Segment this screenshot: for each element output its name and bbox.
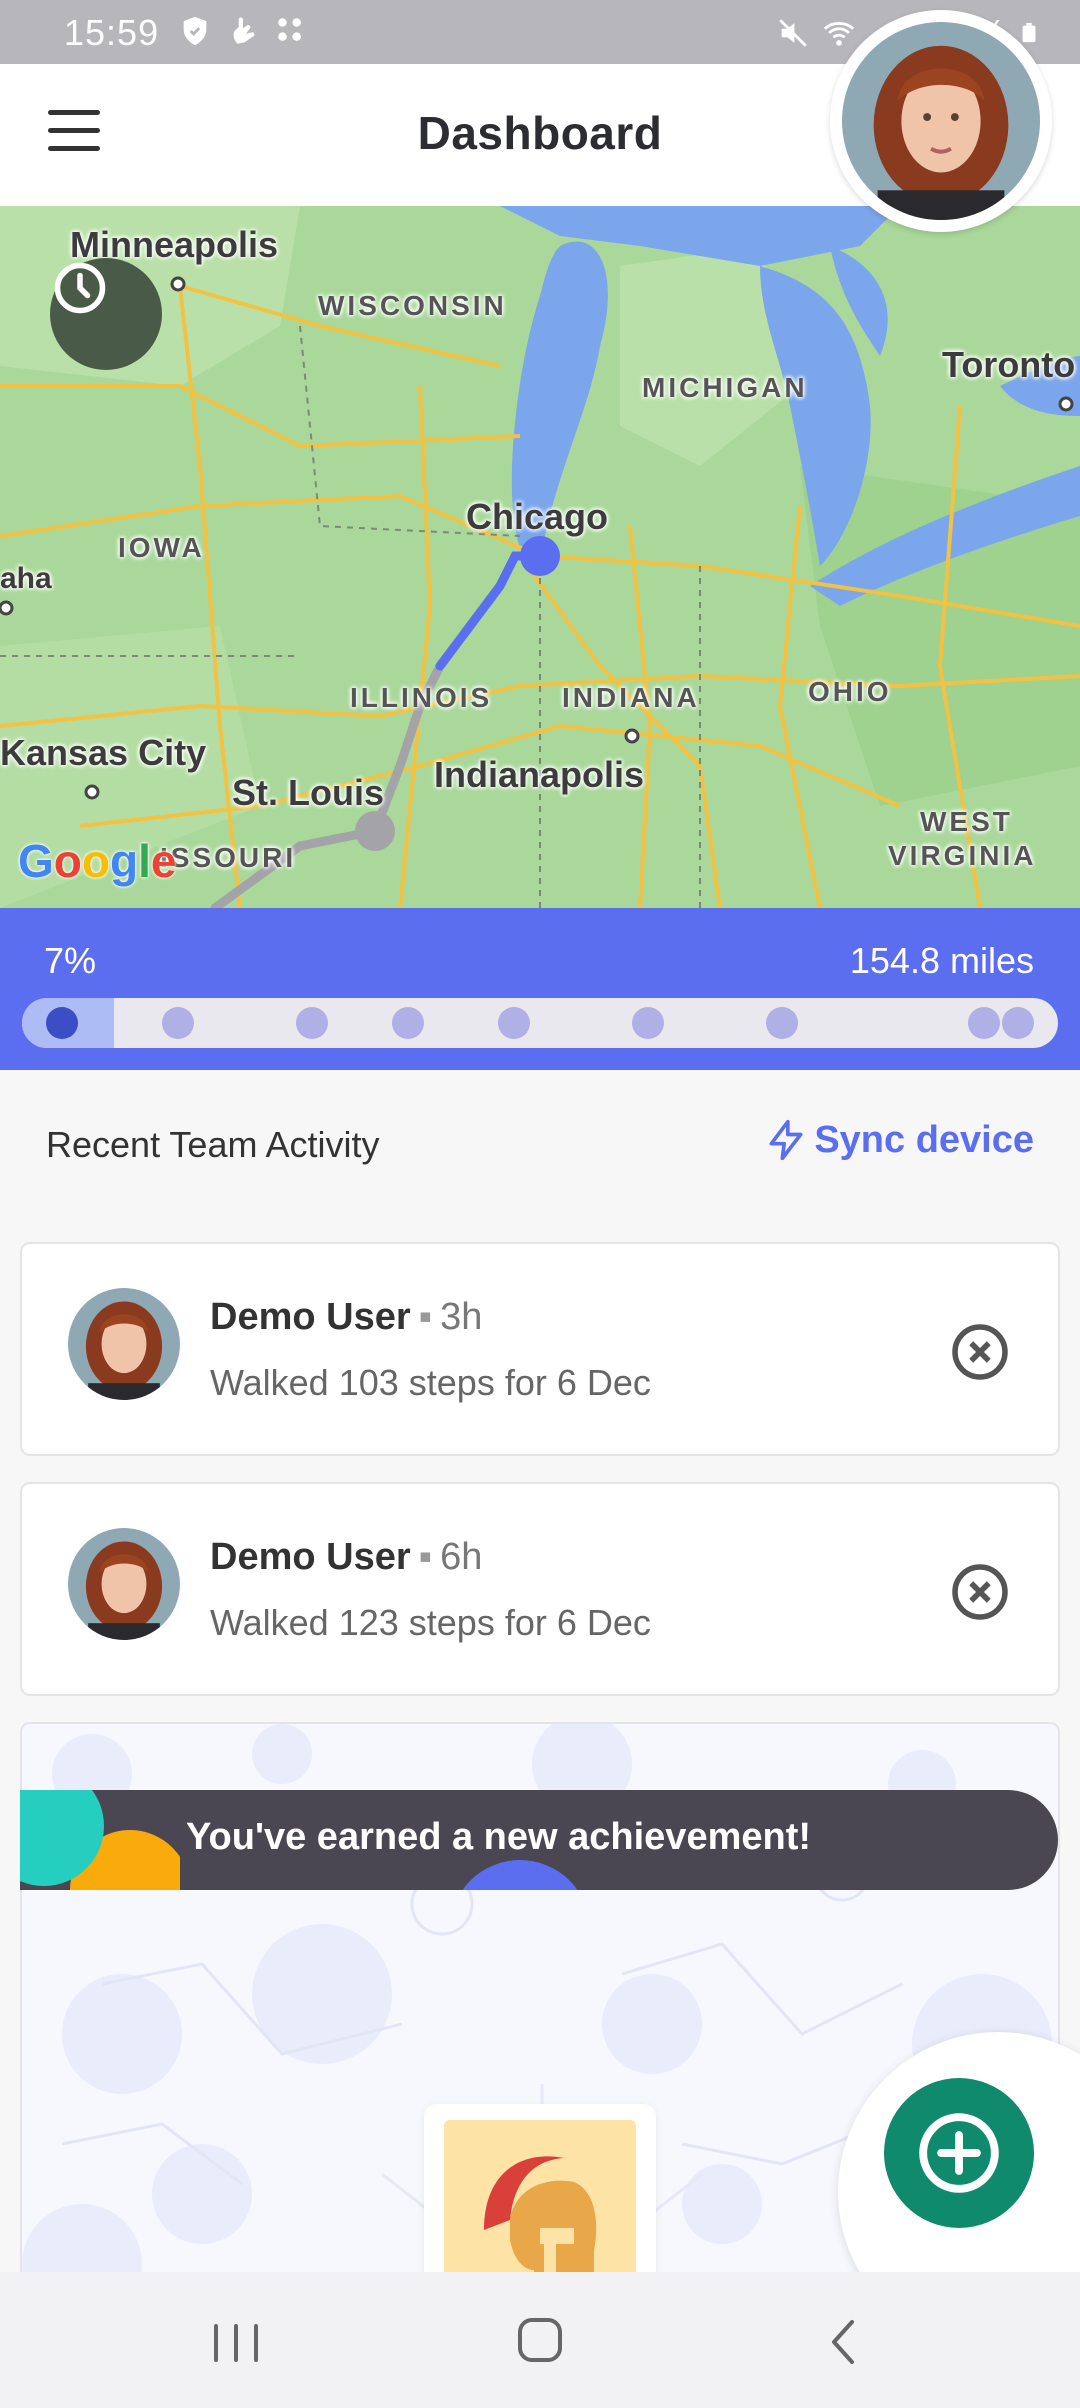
- activity-time: 6h: [440, 1536, 483, 1578]
- map-label-state: WISCONSIN: [318, 290, 507, 321]
- grid-dots-icon: [278, 18, 301, 41]
- map-label-state: ILLINOIS: [350, 682, 493, 713]
- banner-decoration: [20, 1790, 180, 1890]
- activity-time: 3h: [440, 1296, 483, 1338]
- add-activity-button[interactable]: [884, 2078, 1034, 2228]
- map-label-city: Kansas City: [0, 732, 207, 773]
- history-button[interactable]: [50, 258, 162, 370]
- user-avatar: [68, 1288, 180, 1400]
- mute-icon: [779, 19, 807, 47]
- activity-card: Demo User ▪ 3h Walked 103 steps for 6 Dec: [20, 1242, 1060, 1456]
- google-logo: Google: [18, 835, 177, 887]
- map-label-city: St. Louis: [232, 772, 384, 813]
- dismiss-icon[interactable]: [950, 1562, 1010, 1622]
- map-label-state: IOWA: [118, 532, 205, 563]
- avatar-photo: [68, 1528, 180, 1640]
- sync-device-button[interactable]: Sync device: [764, 1118, 1034, 1162]
- status-time: 15:59: [64, 12, 160, 53]
- user-avatar: [68, 1528, 180, 1640]
- status-notification-icons: [178, 14, 308, 48]
- progress-track: [22, 998, 1058, 1048]
- meta-separator: ▪: [418, 1536, 433, 1578]
- map-label-state: MICHIGAN: [642, 372, 808, 403]
- map-label-city: Chicago: [466, 496, 609, 537]
- progress-percent: 7%: [44, 940, 97, 981]
- milestone-dot: [46, 1007, 78, 1039]
- activity-title: Recent Team Activity: [46, 1124, 380, 1165]
- activity-meta: Demo User ▪ 6h: [210, 1536, 482, 1579]
- activity-user-name: Demo User: [210, 1536, 411, 1578]
- profile-avatar[interactable]: [830, 10, 1052, 232]
- map-label-state: VIRGINIA: [888, 840, 1037, 871]
- plus-circle-icon: [919, 2113, 999, 2193]
- activity-header: Recent Team Activity Sync device: [0, 1070, 1080, 1220]
- milestone-dot: [632, 1007, 664, 1039]
- achievement-message: You've earned a new achievement!: [186, 1816, 812, 1858]
- avatar-photo: [842, 22, 1040, 220]
- map-label-city: aha: [0, 562, 52, 595]
- map-label-state: INDIANA: [562, 682, 700, 713]
- route-map[interactable]: Minneapolis Toronto Chicago Kansas City …: [0, 206, 1080, 908]
- shield-icon: [183, 16, 207, 46]
- clock-icon: [54, 262, 106, 314]
- activity-description: Walked 123 steps for 6 Dec: [210, 1602, 651, 1643]
- activity-meta: Demo User ▪ 3h: [210, 1296, 482, 1339]
- back-icon[interactable]: [820, 2314, 864, 2370]
- milestone-dot: [766, 1007, 798, 1039]
- milestone-dot: [296, 1007, 328, 1039]
- banner-decoration: [462, 1860, 578, 1890]
- activity-card: Demo User ▪ 6h Walked 123 steps for 6 Dec: [20, 1482, 1060, 1696]
- map-label-state: OHIO: [808, 676, 892, 707]
- home-icon[interactable]: [514, 2314, 566, 2366]
- milestone-dot: [162, 1007, 194, 1039]
- system-navigation-bar: [0, 2272, 1080, 2408]
- meta-separator: ▪: [418, 1296, 433, 1338]
- route-progress: 7% 154.8 miles: [0, 908, 1080, 1070]
- map-label-city: Indianapolis: [434, 754, 645, 795]
- app-screen: 15:59 100% Dashboard: [0, 0, 1080, 2408]
- milestone-dot: [968, 1007, 1000, 1039]
- milestone-dot: [1002, 1007, 1034, 1039]
- avatar-photo: [68, 1288, 180, 1400]
- dismiss-icon[interactable]: [950, 1322, 1010, 1382]
- milestone-dot: [392, 1007, 424, 1039]
- milestone-dot: [498, 1007, 530, 1039]
- activity-description: Walked 103 steps for 6 Dec: [210, 1362, 651, 1403]
- map-label-state: WEST: [920, 806, 1013, 837]
- sync-device-label: Sync device: [814, 1118, 1034, 1161]
- map-label-state: ISSOURI: [160, 842, 297, 873]
- activity-user-name: Demo User: [210, 1296, 411, 1338]
- hand-icon: [233, 17, 255, 44]
- progress-distance: 154.8 miles: [849, 940, 1034, 981]
- map-label-city: Toronto: [942, 344, 1076, 385]
- recent-apps-icon[interactable]: [206, 2318, 266, 2368]
- lightning-icon: [769, 1119, 803, 1161]
- achievement-banner[interactable]: You've earned a new achievement!: [20, 1790, 1058, 1890]
